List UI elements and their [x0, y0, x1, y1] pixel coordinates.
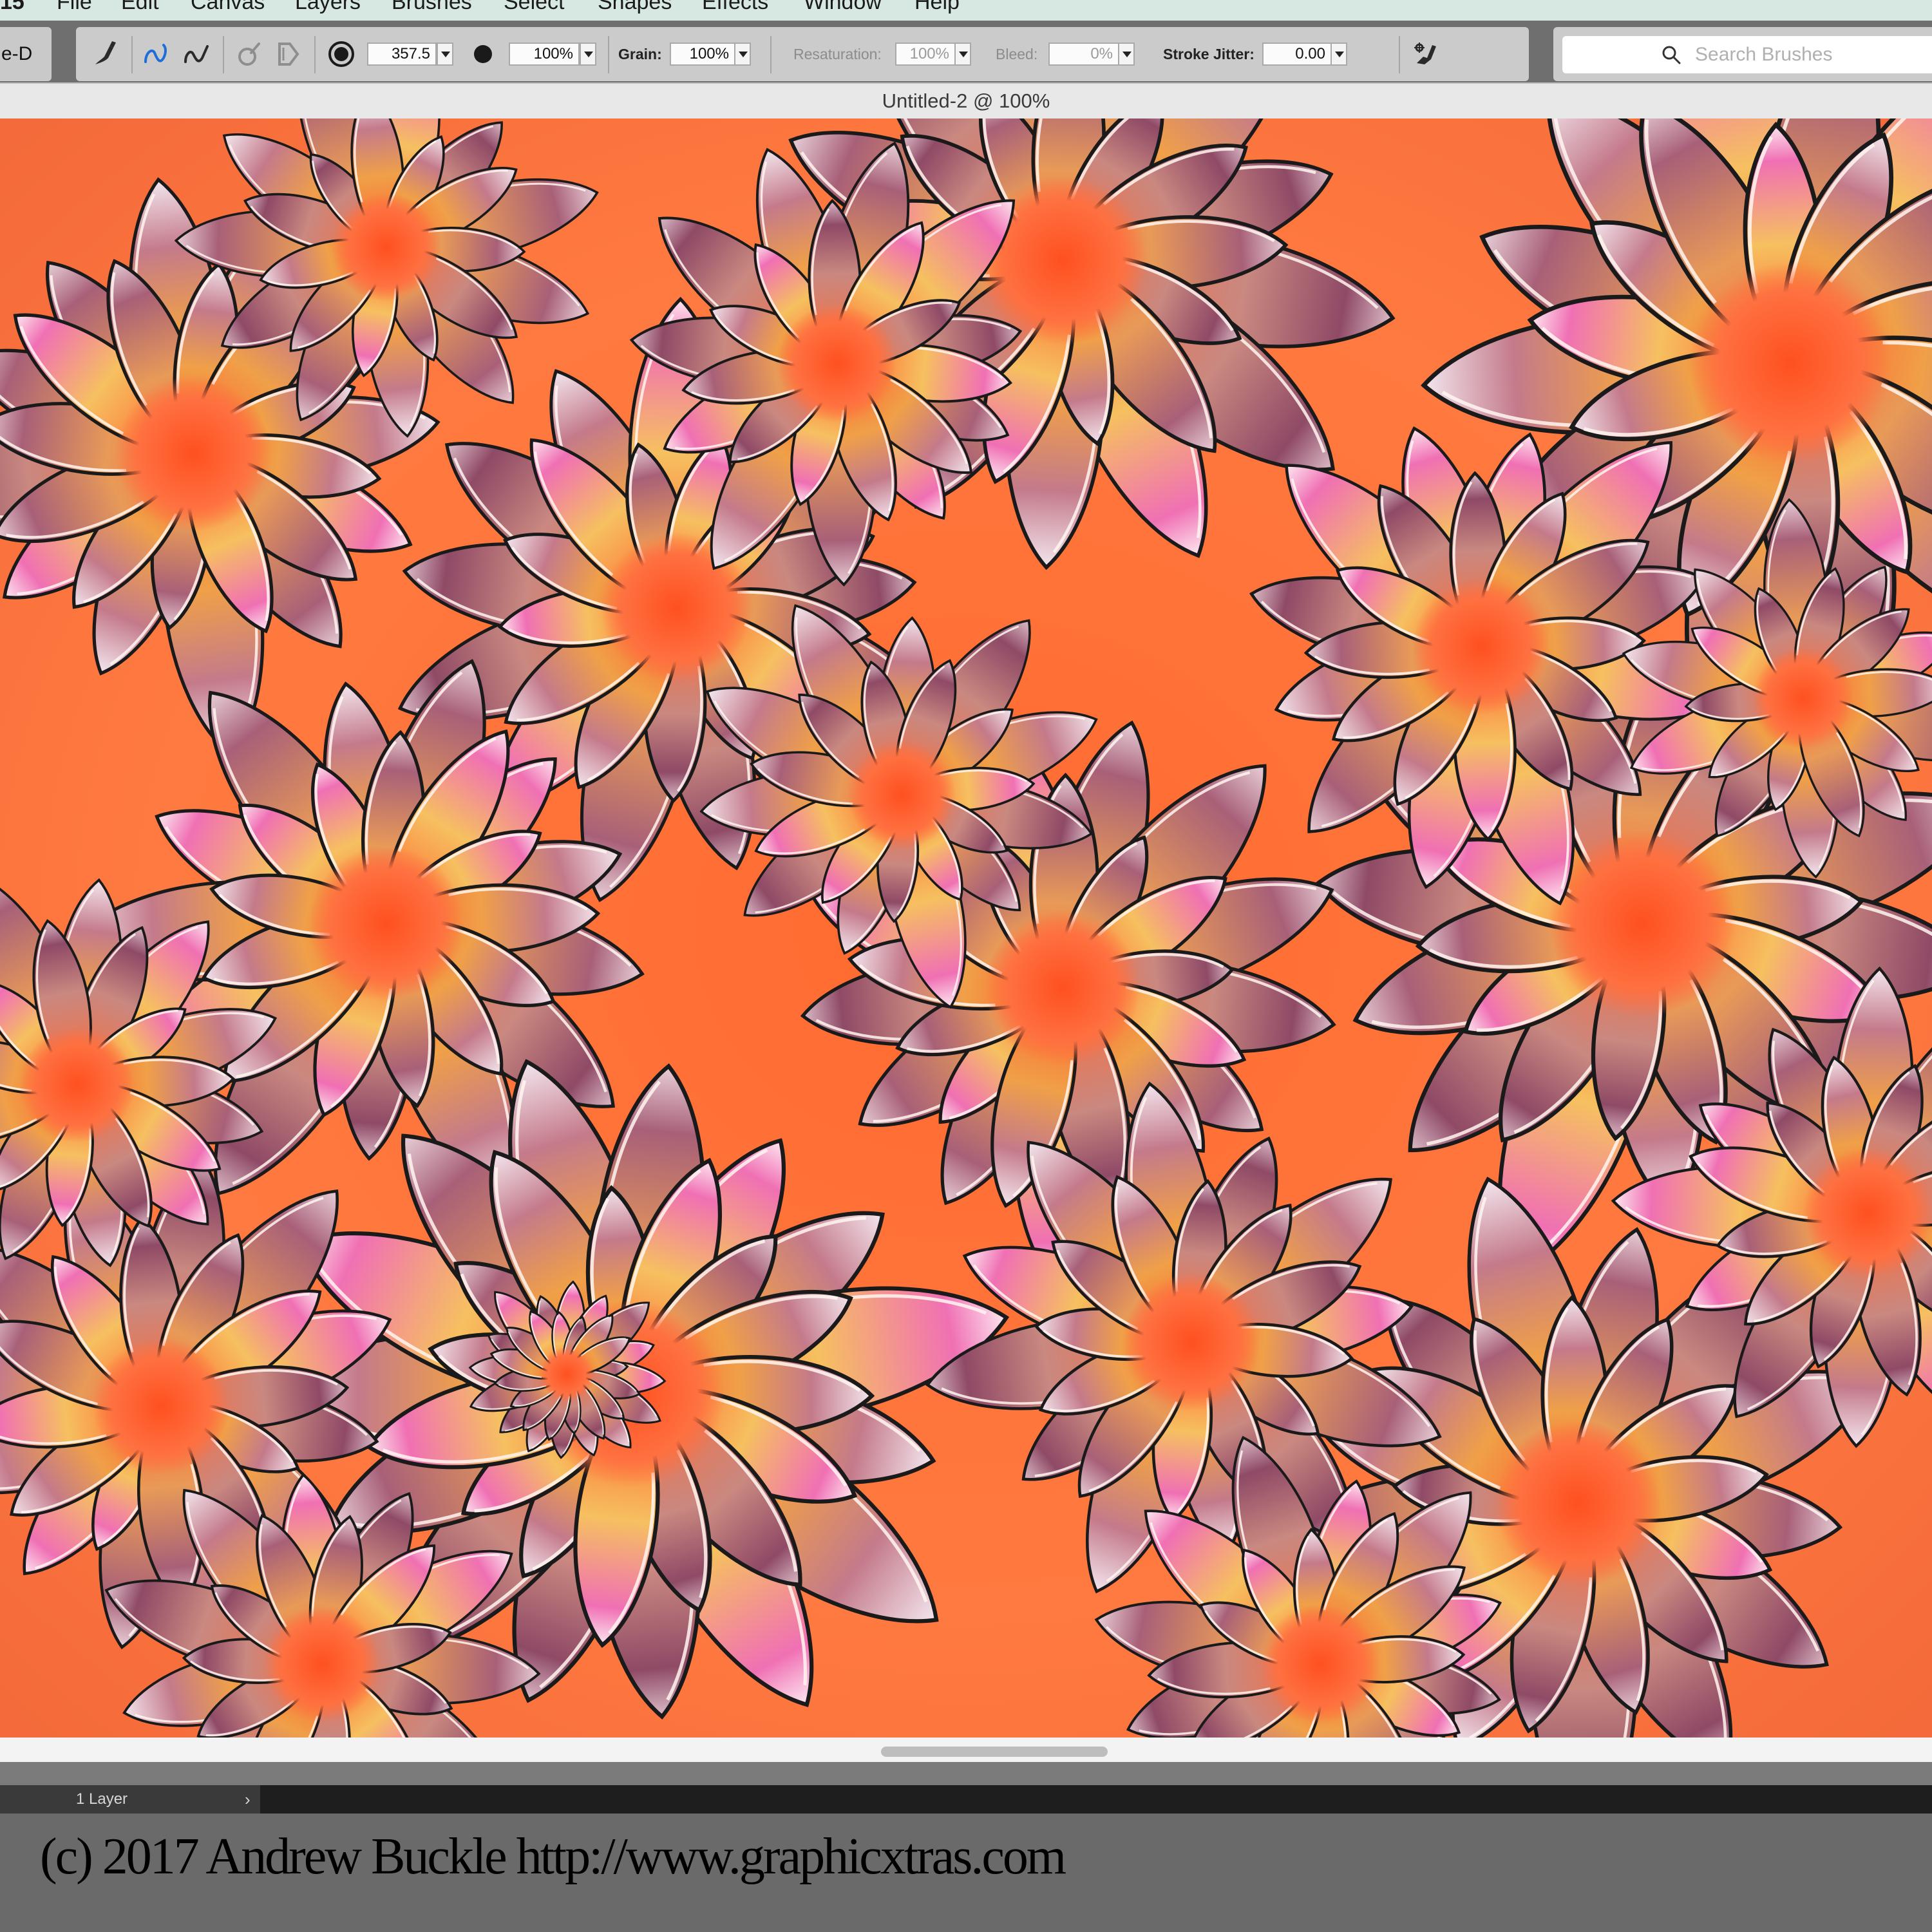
- opacity-field[interactable]: 100%: [509, 43, 580, 66]
- flower-center: [1689, 262, 1891, 464]
- menu-layers[interactable]: Layers: [295, 0, 361, 15]
- search-input[interactable]: Search Brushes: [1562, 36, 1932, 73]
- canvas[interactable]: [0, 118, 1932, 1738]
- search-icon: [1662, 45, 1681, 64]
- layers-tab[interactable]: 1 Layer ›: [0, 1785, 260, 1814]
- bleed-label: Bleed:: [996, 46, 1038, 62]
- flower-center: [1803, 1148, 1932, 1278]
- app-menu[interactable]: 15: [0, 0, 24, 15]
- menu-window[interactable]: Window: [804, 0, 882, 15]
- stroke-jitter-label: Stroke Jitter:: [1163, 46, 1255, 62]
- separator: [314, 36, 316, 73]
- flower-center: [308, 846, 464, 1001]
- flower-center: [777, 303, 897, 423]
- bleed-field[interactable]: 0%: [1048, 43, 1119, 66]
- document-title: Untitled-2 @ 100%: [0, 82, 1932, 118]
- panel-divider: [0, 1762, 1932, 1785]
- footer: (c) 2017 Andrew Buckle http://www.graphi…: [0, 1814, 1932, 1932]
- flower-center: [1260, 1604, 1380, 1724]
- flower-center: [332, 193, 440, 301]
- opacity-dropdown[interactable]: [580, 43, 596, 66]
- brush-settings-icon[interactable]: [1410, 39, 1441, 70]
- stroke-jitter-field[interactable]: 0.00: [1262, 43, 1332, 66]
- freehand-stroke-icon[interactable]: [140, 39, 171, 70]
- flower-center: [1122, 1273, 1260, 1411]
- flower-center: [115, 375, 271, 531]
- copyright-text: (c) 2017 Andrew Buckle http://www.graphi…: [40, 1828, 1066, 1885]
- menu-shapes[interactable]: Shapes: [598, 0, 672, 15]
- separator: [131, 36, 133, 73]
- dropper-icon[interactable]: [233, 39, 264, 70]
- flower-center: [1752, 647, 1854, 749]
- resaturation-field[interactable]: 100%: [895, 43, 956, 66]
- search-panel: Search Brushes: [1553, 27, 1932, 81]
- property-bar: e-D 357.5 100% Grain: 100% Resaturation:…: [0, 21, 1932, 82]
- separator: [608, 36, 609, 73]
- flower-center: [1412, 578, 1550, 715]
- menu-canvas[interactable]: Canvas: [191, 0, 265, 15]
- size-dropdown[interactable]: [437, 43, 453, 66]
- mode-chip[interactable]: e-D: [0, 27, 52, 81]
- grain-dropdown[interactable]: [734, 43, 751, 66]
- brush-ghost-icon[interactable]: [273, 39, 304, 70]
- menu-help[interactable]: Help: [914, 0, 960, 15]
- size-field[interactable]: 357.5: [367, 43, 437, 66]
- horizontal-scrollbar[interactable]: [0, 1738, 1932, 1762]
- flower-center: [1495, 1420, 1661, 1586]
- menu-select[interactable]: Select: [504, 0, 565, 15]
- flower-center: [848, 741, 956, 849]
- straight-stroke-icon[interactable]: [180, 39, 211, 70]
- scrollbar-thumb[interactable]: [881, 1747, 1108, 1757]
- separator: [223, 36, 224, 73]
- separator: [1399, 36, 1400, 73]
- bleed-dropdown[interactable]: [1118, 43, 1135, 66]
- menu-brushes[interactable]: Brushes: [392, 0, 472, 15]
- layers-count: 1 Layer: [76, 1790, 128, 1808]
- flower-center: [540, 1347, 594, 1401]
- size-icon: [326, 39, 357, 70]
- brush-toolstrip: 357.5 100% Grain: 100% Resaturation: 100…: [76, 27, 1529, 81]
- grain-field[interactable]: 100%: [670, 43, 735, 66]
- menu-effects[interactable]: Effects: [702, 0, 768, 15]
- stroke-jitter-dropdown[interactable]: [1331, 43, 1347, 66]
- flower-center: [1548, 829, 1736, 1018]
- menu-edit[interactable]: Edit: [121, 0, 159, 15]
- opacity-icon: [468, 39, 498, 70]
- brush-tool-icon[interactable]: [90, 39, 121, 70]
- layers-strip: 1 Layer ›: [0, 1785, 1932, 1814]
- grain-label: Grain:: [618, 46, 662, 62]
- flower-center: [19, 1027, 135, 1142]
- flower-center: [264, 1606, 380, 1722]
- chevron-right-icon[interactable]: ›: [245, 1785, 251, 1814]
- resaturation-label: Resaturation:: [793, 46, 882, 62]
- search-placeholder: Search Brushes: [1695, 44, 1833, 65]
- artwork: [0, 118, 1932, 1738]
- resaturation-dropdown[interactable]: [954, 43, 971, 66]
- menu-file[interactable]: File: [57, 0, 92, 15]
- flower-center: [92, 1338, 230, 1475]
- separator: [770, 36, 772, 73]
- menu-bar: 15 File Edit Canvas Layers Brushes Selec…: [0, 0, 1932, 21]
- flower-center: [985, 910, 1141, 1066]
